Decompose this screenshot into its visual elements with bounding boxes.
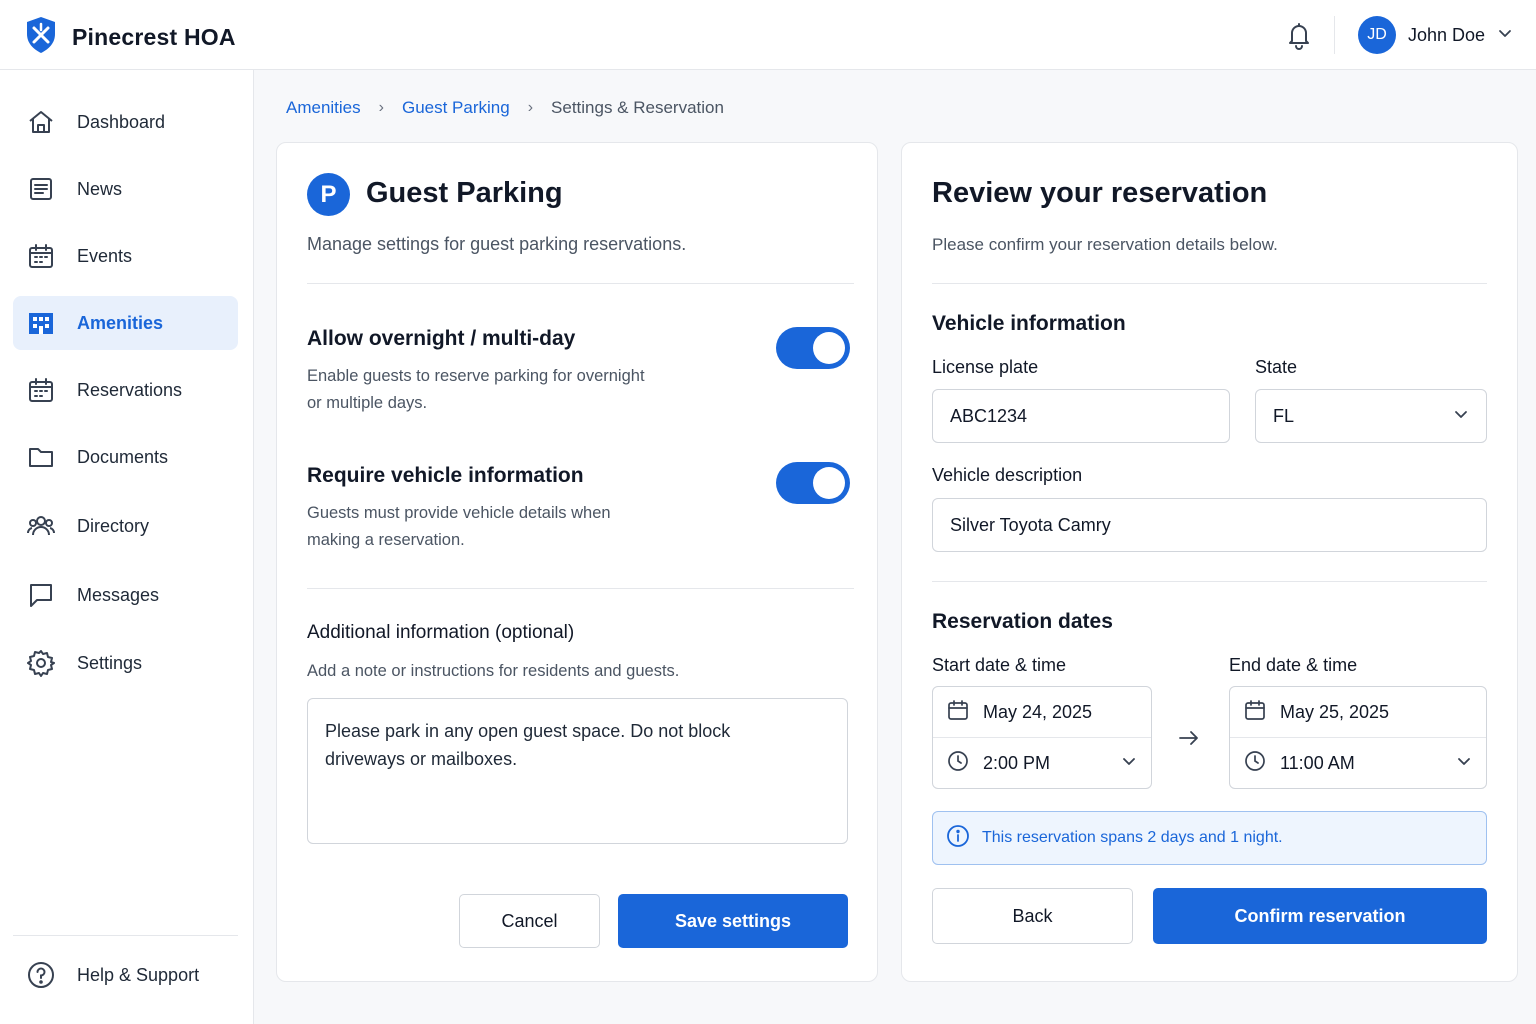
parking-icon: P [307,173,350,216]
vehicle-description-label: Vehicle description [932,465,1083,485]
review-title: Review your reservation [932,177,1268,209]
vehicle-required-description: Guests must provide vehicle details when… [307,504,611,549]
sidebar-item-amenities[interactable]: Amenities [13,296,238,350]
breadcrumb-guest-parking[interactable]: Guest Parking [402,98,510,118]
people-icon [27,512,55,540]
sidebar-item-documents[interactable]: Documents [13,430,238,484]
sidebar-item-directory[interactable]: Directory [13,499,238,553]
clock-icon [947,750,969,777]
overnight-toggle[interactable] [776,327,850,369]
help-icon [27,961,55,989]
end-time-select[interactable]: 11:00 AM [1230,738,1486,789]
divider [932,283,1487,284]
user-menu[interactable]: JD John Doe [1358,16,1513,54]
sidebar-item-help[interactable]: Help & Support [13,948,238,1002]
start-label: Start date & time [932,655,1067,675]
sidebar-item-label: Dashboard [77,111,166,132]
shield-logo-icon [24,16,58,59]
divider [307,283,854,284]
breadcrumb-amenities[interactable]: Amenities [286,98,361,118]
sidebar-item-label: Directory [77,515,150,536]
sidebar-item-label: Messages [77,584,160,605]
chevron-down-icon [1453,406,1469,427]
review-subtitle: Please confirm your reservation details … [932,235,1278,254]
topbar-divider [1334,16,1335,54]
page-title: Guest Parking [366,177,563,209]
start-time-select[interactable]: 2:00 PM [933,738,1151,789]
settings-card: P Guest Parking Manage settings for gues… [276,142,878,982]
state-select[interactable]: FL [1255,389,1487,443]
sidebar-item-label: Documents [77,446,169,467]
calendar-icon [27,242,55,270]
additional-info-textarea[interactable]: Please park in any open guest space. Do … [307,698,848,844]
reservation-span-info: This reservation spans 2 days and 1 nigh… [932,811,1487,865]
calendar-icon [27,376,55,404]
sidebar-item-news[interactable]: News [13,162,238,216]
app-name: Pinecrest HOA [72,24,236,50]
page-subtitle: Manage settings for guest parking reserv… [307,234,687,254]
user-name: John Doe [1408,24,1486,45]
chevron-right-icon: › [378,99,384,116]
license-plate-input[interactable]: ABC1234 [932,389,1230,443]
chevron-right-icon: › [527,99,534,116]
chevron-down-icon [1456,753,1472,774]
vehicle-required-toggle[interactable] [776,462,850,504]
sidebar-item-dashboard[interactable]: Dashboard [13,95,238,149]
sidebar-item-label: Amenities [77,312,164,333]
vehicle-heading: Vehicle information [932,312,1126,335]
sidebar-item-label: Help & Support [77,964,200,985]
home-icon [27,108,55,136]
end-datetime: May 25, 2025 11:00 AM [1229,686,1487,789]
calendar-icon [947,699,969,726]
overnight-description: Enable guests to reserve parking for ove… [307,367,645,412]
brand[interactable]: Pinecrest HOA [24,16,236,59]
divider [932,581,1487,582]
sidebar-item-label: Reservations [77,379,183,400]
message-icon [27,581,55,609]
sidebar-item-label: Settings [77,652,143,673]
start-datetime: May 24, 2025 2:00 PM [932,686,1152,789]
license-plate-label: License plate [932,357,1039,377]
dates-heading: Reservation dates [932,610,1113,633]
save-settings-button[interactable]: Save settings [618,894,848,948]
chevron-down-icon [1121,753,1137,774]
breadcrumb: Amenities › Guest Parking › Settings & R… [286,98,724,118]
sidebar-item-label: Events [77,245,133,266]
news-icon [27,175,55,203]
chevron-down-icon [1497,25,1513,46]
sidebar: Dashboard News Events Amenities Reservat… [0,70,254,1024]
overnight-title: Allow overnight / multi-day [307,327,576,350]
info-icon [946,824,970,853]
calendar-icon [1244,699,1266,726]
sidebar-item-settings[interactable]: Settings [13,636,238,690]
clock-icon [1244,750,1266,777]
review-card: Review your reservation Please confirm y… [901,142,1518,982]
sidebar-item-events[interactable]: Events [13,229,238,283]
folder-icon [27,443,55,471]
building-icon [27,309,55,337]
gear-icon [27,649,55,677]
avatar: JD [1358,16,1396,54]
cancel-button[interactable]: Cancel [459,894,600,948]
sidebar-item-reservations[interactable]: Reservations [13,363,238,417]
sidebar-item-label: News [77,178,123,199]
start-date-field[interactable]: May 24, 2025 [933,687,1151,738]
divider [307,588,854,589]
additional-info-title: Additional information (optional) [307,622,575,643]
vehicle-required-title: Require vehicle information [307,464,584,487]
sidebar-item-messages[interactable]: Messages [13,568,238,622]
notifications-bell-icon[interactable] [1284,20,1314,50]
vehicle-description-input[interactable]: Silver Toyota Camry [932,498,1487,552]
breadcrumb-current: Settings & Reservation [551,98,724,117]
top-bar: Pinecrest HOA JD John Doe [0,0,1536,70]
additional-info-hint: Add a note or instructions for residents… [307,662,680,680]
end-date-field[interactable]: May 25, 2025 [1230,687,1486,738]
arrow-right-icon [1177,726,1201,755]
confirm-reservation-button[interactable]: Confirm reservation [1153,888,1487,944]
state-label: State [1255,357,1298,377]
sidebar-divider [13,935,238,936]
end-label: End date & time [1229,655,1358,675]
back-button[interactable]: Back [932,888,1133,944]
